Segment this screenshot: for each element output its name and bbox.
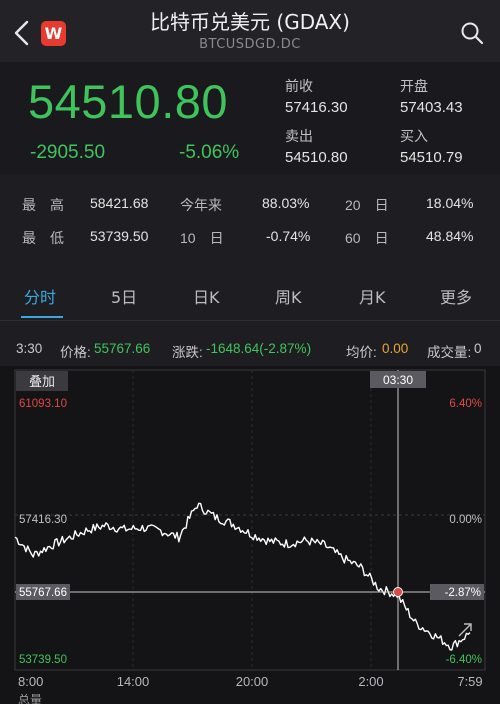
high-label: 最 高: [22, 197, 64, 213]
top-bar: W 比特币兑美元 (GDAX) BTCUSDGD.DC: [0, 0, 500, 62]
x-axis-labels: 8:00 14:00 20:00 2:00 7:59: [18, 674, 483, 689]
price-change-percent: -5.06%: [179, 142, 240, 163]
intraday-chart-svg[interactable]: 叠加 61093.10 57416.30 53739.50 6.40% 0.00…: [0, 366, 500, 704]
x-tick-label: 20:00: [236, 674, 269, 689]
y-label-mid: 57416.30: [19, 514, 67, 526]
quote-volume-label: 成交量:: [427, 345, 472, 360]
d60-value: 48.84%: [426, 228, 474, 244]
low-label: 最 低: [22, 230, 64, 246]
tabs-divider: [0, 320, 500, 321]
cursor-time: 03:30: [383, 373, 413, 387]
price-summary: 54510.80 -2905.50 -5.06% 前收 57416.30 开盘 …: [0, 62, 500, 174]
search-icon[interactable]: [460, 21, 484, 45]
low-value: 53739.50: [90, 228, 149, 244]
x-tick-label: 7:59: [457, 674, 482, 689]
ask-value: 54510.79: [400, 149, 463, 166]
page-title: 比特币兑美元 (GDAX): [150, 10, 350, 34]
pct-label-mid: 0.00%: [449, 514, 482, 526]
x-tick-label: 14:00: [117, 674, 150, 689]
volume-section-label: 总量: [18, 693, 42, 704]
last-price: 54510.80: [28, 75, 229, 128]
chart-frame: [14, 369, 486, 671]
quote-change: -1648.64(-2.87%): [206, 341, 312, 356]
d10-label: 10 日: [180, 230, 224, 246]
tab-daily-k[interactable]: 日K: [193, 284, 220, 308]
d10-value: -0.74%: [266, 228, 311, 244]
overlay-button[interactable]: 叠加: [29, 375, 55, 390]
pct-label-high: 6.40%: [449, 398, 482, 410]
prev-close-label: 前收: [285, 79, 313, 95]
x-tick-label: 8:00: [18, 674, 43, 689]
intraday-chart[interactable]: 叠加 61093.10 57416.30 53739.50 6.40% 0.00…: [0, 366, 500, 704]
cursor-pct: -2.87%: [445, 587, 481, 599]
bid-label: 卖出: [285, 129, 313, 145]
price-change: -2905.50: [30, 142, 106, 163]
cursor-price: 55767.66: [19, 587, 67, 599]
tab-weekly-k[interactable]: 周K: [275, 284, 302, 308]
quote-price-label: 价格:: [60, 345, 91, 360]
crosshair-quote-line: 3:30 价格: 55767.66 涨跌: -1648.64(-2.87%) 均…: [0, 341, 500, 361]
ask-label: 买入: [400, 129, 428, 145]
prev-close-value: 57416.30: [285, 99, 348, 116]
price-series-line: [14, 502, 471, 651]
ytd-label: 今年来: [180, 197, 222, 213]
period-tabs: 分时 5日 日K 周K 月K 更多: [0, 284, 500, 320]
tab-monthly-k[interactable]: 月K: [359, 284, 386, 308]
quote-volume: 0: [474, 341, 482, 356]
active-tab-indicator: [21, 316, 63, 318]
y-label-high: 61093.10: [19, 398, 67, 410]
quote-time: 3:30: [16, 341, 43, 356]
d60-label: 60 日: [345, 230, 389, 246]
x-tick-label: 2:00: [358, 674, 383, 689]
open-value: 57403.43: [400, 99, 463, 116]
y-label-low: 53739.50: [19, 654, 67, 666]
crosshair-marker: [393, 587, 403, 597]
quote-price: 55767.66: [94, 341, 151, 356]
tab-more[interactable]: 更多: [440, 284, 472, 308]
d20-label: 20 日: [345, 197, 389, 213]
quote-change-label: 涨跌:: [172, 345, 203, 360]
tab-intraday[interactable]: 分时: [24, 284, 56, 308]
tab-5day[interactable]: 5日: [111, 284, 137, 308]
pct-label-low: -6.40%: [446, 654, 482, 666]
quote-avg-label: 均价:: [346, 345, 377, 360]
bid-value: 54510.80: [285, 149, 348, 166]
symbol-code: BTCUSDGD.DC: [199, 37, 301, 52]
stats-grid: 最 高 58421.68 今年来 88.03% 20 日 18.04% 最 低 …: [0, 182, 500, 254]
ytd-value: 88.03%: [262, 195, 310, 211]
open-label: 开盘: [400, 79, 428, 95]
d20-value: 18.04%: [426, 195, 474, 211]
quote-avg: 0.00: [382, 341, 409, 356]
high-value: 58421.68: [90, 195, 149, 211]
